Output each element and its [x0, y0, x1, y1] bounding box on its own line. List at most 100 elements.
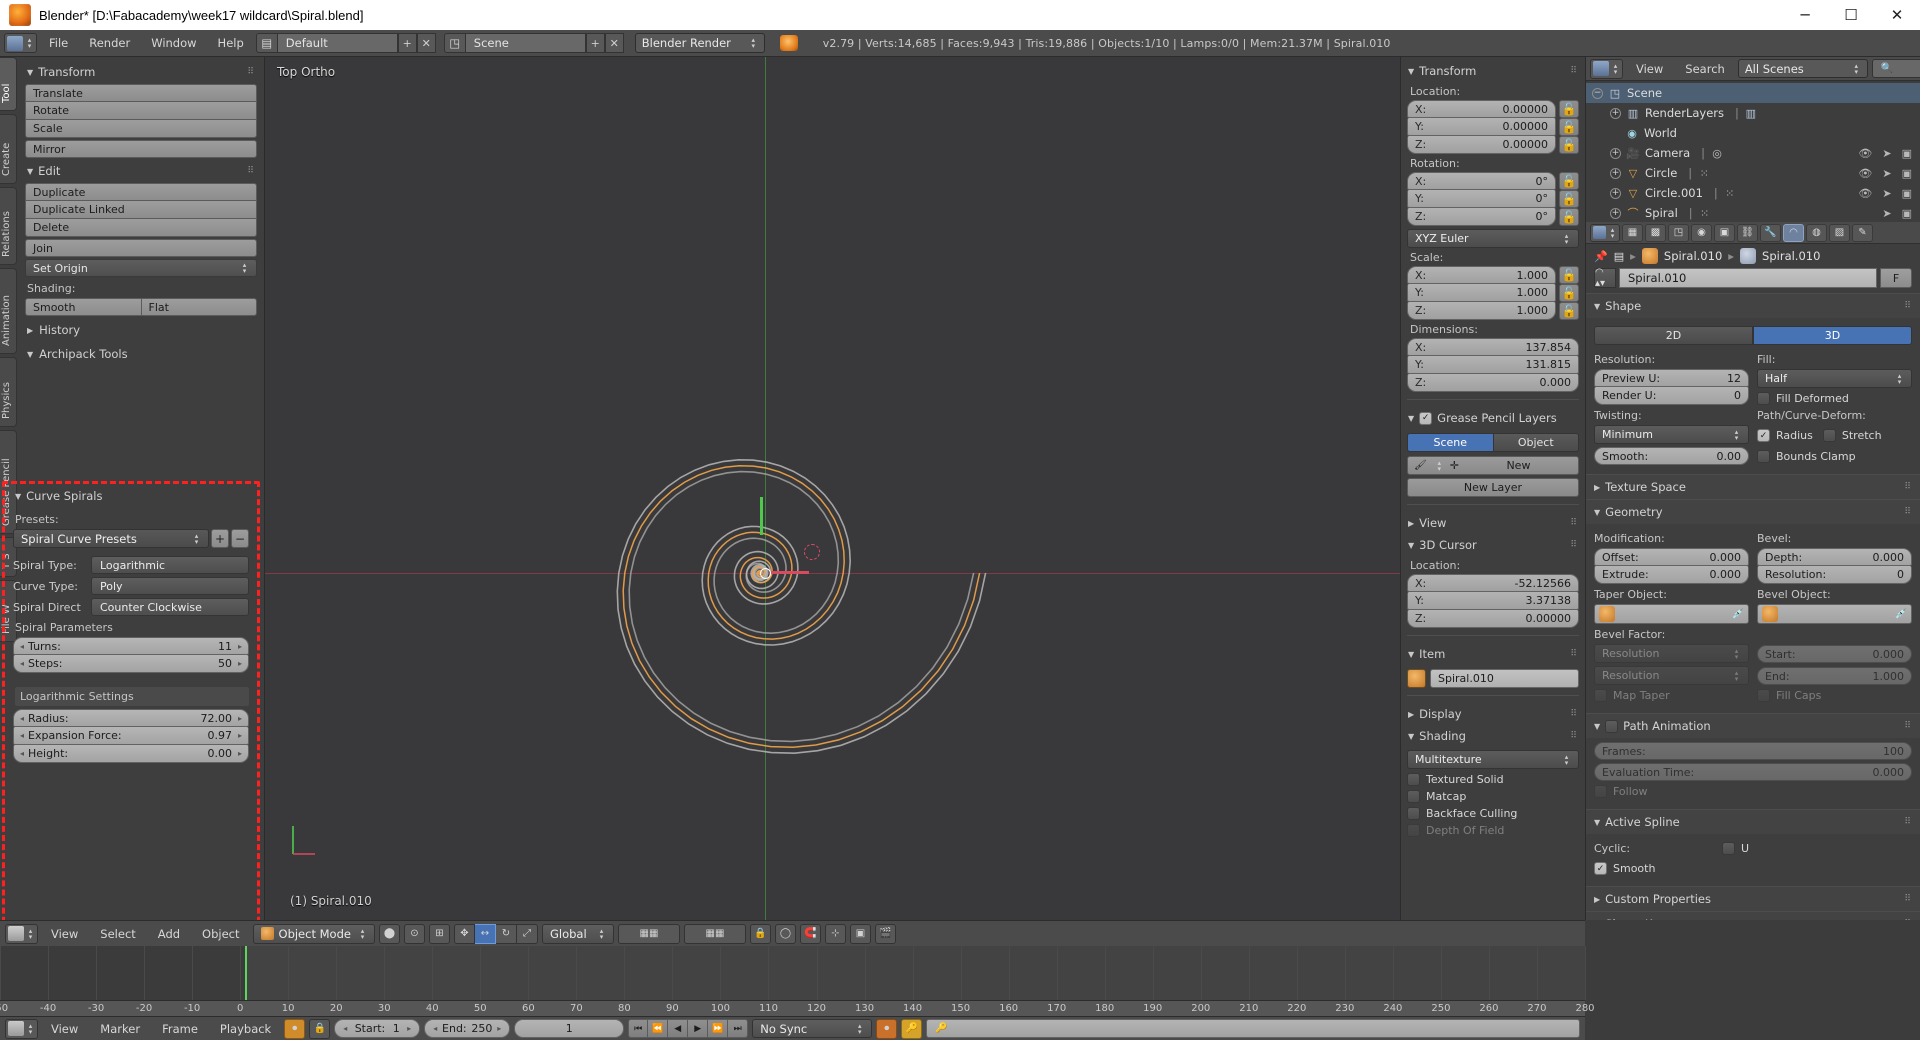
view3d-menu-object[interactable]: Object [193, 925, 248, 943]
fill-mode-dropdown[interactable]: Half ▴ ▾ [1757, 369, 1912, 388]
outliner-row-camera[interactable]: + 🎥 Camera | ◎ 👁 ➤ ▣ [1586, 143, 1920, 163]
timeline-editor-type-selector[interactable]: ▴ ▾ [5, 1018, 38, 1039]
pin-icon[interactable]: 📌 [1594, 250, 1608, 263]
rotation-mode-dropdown[interactable]: XYZ Euler ▴ ▾ [1407, 229, 1579, 248]
maximize-button[interactable]: ☐ [1828, 0, 1874, 30]
curve-spirals-header[interactable]: ▼ Curve Spirals [13, 488, 249, 508]
tab-object-data[interactable]: ◠ [1783, 223, 1804, 242]
browse-icon[interactable]: ▤ [1614, 250, 1624, 263]
cursor-y-field[interactable]: Y: 3.37138 [1407, 592, 1579, 610]
cursor-x-field[interactable]: X: -52.12566 [1407, 574, 1579, 592]
follow-checkbox[interactable]: Follow [1594, 785, 1912, 798]
keyframe-lock-icon[interactable]: 🔒 [309, 1018, 331, 1039]
active-keying-set-field[interactable]: 🔑 [926, 1019, 1580, 1038]
shape-section-header[interactable]: ▼ Shape ⠿ [1586, 293, 1920, 318]
outliner-search-input[interactable]: 🔍 [1871, 59, 1920, 78]
spiral-preset-dropdown[interactable]: Spiral Curve Presets ▴ ▾ [13, 529, 209, 548]
archipack-panel-header[interactable]: ▼ Archipack Tools [25, 342, 257, 366]
set-origin-button[interactable]: Set Origin ▴ ▾ [25, 259, 257, 277]
fake-user-button[interactable]: F [1880, 268, 1912, 288]
location-y-field[interactable]: Y: 0.00000 [1407, 118, 1556, 136]
opengl-render-animation-icon[interactable]: 🎬 [874, 923, 896, 944]
lock-view-to-scene-icon[interactable]: 🔒 [749, 923, 771, 944]
view3d-menu-add[interactable]: Add [149, 925, 189, 943]
shade-smooth-button[interactable]: Smooth [25, 298, 142, 316]
bevel-start-field[interactable]: Start: 0.000 [1757, 645, 1912, 663]
cyclic-u-checkbox[interactable]: U [1722, 841, 1749, 855]
tab-constraints[interactable]: ⛓ [1737, 223, 1758, 242]
scale-manipulator-button[interactable]: ⤢ [516, 923, 538, 944]
spiral-direction-dropdown[interactable]: Counter Clockwise [91, 598, 249, 616]
smooth-field[interactable]: Smooth: 0.00 [1594, 447, 1749, 465]
outliner-menu-search[interactable]: Search [1676, 60, 1734, 78]
tab-render[interactable]: ▦ [1622, 223, 1643, 242]
jump-to-next-keyframe-button[interactable]: ⏩ [708, 1019, 729, 1038]
add-scene-button[interactable]: + [585, 33, 605, 53]
scene-layers-widget[interactable]: ▦▦ [617, 923, 680, 944]
view3d-menu-select[interactable]: Select [91, 925, 144, 943]
3d-viewport[interactable]: Top Ortho (1) Spiral.010 [265, 57, 1400, 920]
curve-datablock-icon[interactable]: ◠ ▴▾ [1594, 267, 1616, 289]
visibility-eye-icon[interactable]: 👁 [1858, 147, 1872, 160]
translate-manipulator-button[interactable]: ↔ [474, 923, 496, 944]
duplicate-linked-button[interactable]: Duplicate Linked [25, 201, 257, 219]
join-button[interactable]: Join [25, 239, 257, 257]
history-panel-header[interactable]: ▶ History [25, 318, 257, 342]
location-x-field[interactable]: X: 0.00000 [1407, 100, 1556, 118]
gp-object-button[interactable]: Object [1493, 433, 1579, 452]
texture-space-header[interactable]: ▶ Texture Space ⠿ [1586, 474, 1920, 499]
geometry-section-header[interactable]: ▼ Geometry ⠿ [1586, 499, 1920, 524]
tab-object[interactable]: ▣ [1714, 223, 1735, 242]
rotate-button[interactable]: Rotate [25, 102, 257, 120]
jump-to-end-button[interactable]: ⏭ [728, 1019, 749, 1038]
lock-scale-z-icon[interactable]: 🔓 [1559, 302, 1579, 320]
breadcrumb-object-name[interactable]: Spiral.010 [1664, 249, 1722, 263]
outliner-row-spiral[interactable]: + ⌒ Spiral | ⁙ ➤ ▣ [1586, 203, 1920, 223]
info-editor-type-selector[interactable]: ▴ ▾ [4, 33, 37, 53]
gp-new-layer-button[interactable]: New Layer [1407, 478, 1579, 497]
start-frame-field[interactable]: ◂ Start: 1 ▸ [334, 1019, 421, 1038]
lock-scale-y-icon[interactable]: 🔓 [1559, 284, 1579, 302]
shade-flat-button[interactable]: Flat [141, 298, 257, 316]
transform-section-header[interactable]: ▼ Transform ⠿ [1407, 60, 1579, 82]
datablock-name-field[interactable]: Spiral.010 [1619, 268, 1877, 288]
lock-rotation-x-icon[interactable]: 🔓 [1559, 172, 1579, 190]
interaction-mode-dropdown[interactable]: Object Mode ▴ ▾ [252, 923, 375, 944]
evaluation-time-field[interactable]: Evaluation Time: 0.000 [1594, 763, 1912, 781]
outliner-row-circle-001[interactable]: + ▽ Circle.001 | ⁙ 👁 ➤ ▣ [1586, 183, 1920, 203]
location-z-field[interactable]: Z: 0.00000 [1407, 136, 1556, 154]
timeline-track[interactable] [0, 946, 1586, 1001]
expand-icon[interactable]: + [1610, 147, 1621, 159]
menu-file[interactable]: File [40, 34, 77, 52]
preview-u-field[interactable]: Preview U: 12 [1594, 369, 1749, 387]
depth-of-field-checkbox[interactable]: Depth Of Field [1407, 824, 1579, 837]
3d-cursor-header[interactable]: ▼ 3D Cursor ⠿ [1407, 534, 1579, 556]
timeline-menu-playback[interactable]: Playback [211, 1020, 280, 1038]
jump-to-prev-keyframe-button[interactable]: ⏪ [648, 1019, 669, 1038]
viewport-shading-dropdown[interactable]: ⬤ [378, 923, 400, 944]
outliner-menu-view[interactable]: View [1627, 60, 1672, 78]
auto-keyframe-icon[interactable]: ⏺ [284, 1018, 306, 1039]
steps-field[interactable]: ◂ Steps: 50 ▸ [13, 655, 249, 673]
path-animation-header[interactable]: ▼ Path Animation ⠿ [1586, 713, 1920, 738]
delete-scene-button[interactable]: ✕ [604, 33, 624, 53]
collapse-icon[interactable]: − [1592, 87, 1603, 99]
pivot-point-dropdown[interactable]: ⊙ [403, 923, 425, 944]
height-field[interactable]: ◂ Height: 0.00 ▸ [13, 745, 249, 763]
render-layers-widget[interactable]: ▦▦ [683, 923, 746, 944]
shading-section-header[interactable]: ▼ Shading ⠿ [1407, 725, 1579, 747]
timeline-menu-view[interactable]: View [42, 1020, 87, 1038]
lock-location-x-icon[interactable]: 🔓 [1559, 100, 1579, 118]
add-preset-button[interactable]: + [211, 529, 229, 548]
proportional-edit-falloff-icon[interactable]: ◯ [774, 923, 796, 944]
item-section-header[interactable]: ▼ Item ⠿ [1407, 643, 1579, 665]
outliner-display-mode-dropdown[interactable]: All Scenes ▴ ▾ [1737, 59, 1868, 78]
lock-scale-x-icon[interactable]: 🔓 [1559, 266, 1579, 284]
cursor-z-field[interactable]: Z: 0.00000 [1407, 610, 1579, 628]
tab-scene[interactable]: ◳ [1668, 223, 1689, 242]
menu-render[interactable]: Render [80, 34, 139, 52]
bounds-clamp-checkbox[interactable]: Bounds Clamp [1757, 450, 1912, 463]
dimensions-y-field[interactable]: Y: 131.815 [1407, 356, 1579, 374]
scene-value[interactable]: Scene [465, 33, 586, 53]
shading-mode-dropdown[interactable]: Multitexture ▴ ▾ [1407, 750, 1579, 769]
